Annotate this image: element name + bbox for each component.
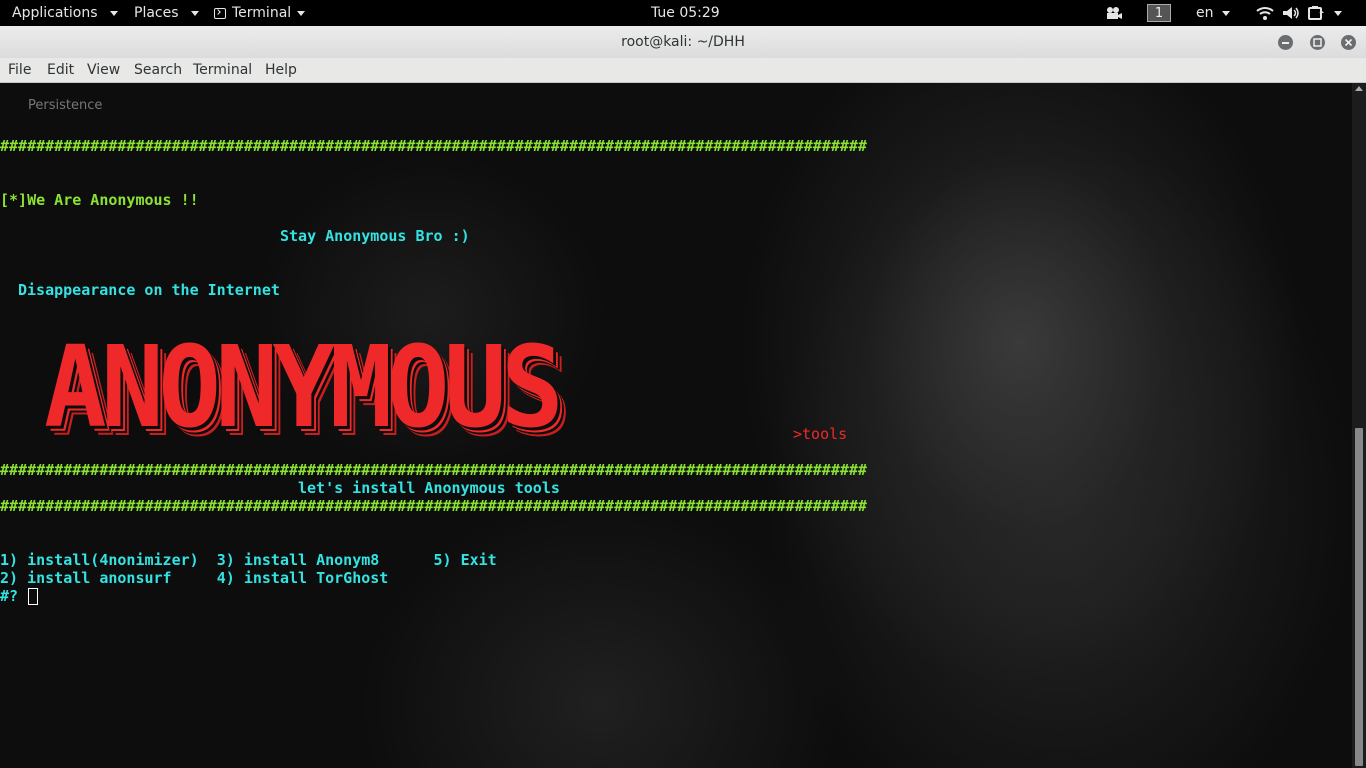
menu-terminal[interactable]: Terminal bbox=[193, 58, 252, 82]
shell-prompt: #? bbox=[0, 587, 19, 605]
clock-label: Tue 05:29 bbox=[651, 5, 720, 21]
minimize-button[interactable] bbox=[1278, 35, 1293, 50]
scrollbar-thumb[interactable] bbox=[1355, 428, 1363, 766]
faded-desktop-label: Persistence bbox=[28, 98, 103, 113]
menu-options-row-2: 2) install anonsurf 4) install TorGhost bbox=[0, 569, 389, 587]
terminal-app-menu[interactable]: Terminal bbox=[214, 0, 306, 26]
close-icon bbox=[1344, 38, 1353, 47]
menu-bar: File Edit View Search Terminal Help bbox=[0, 58, 1366, 83]
places-label: Places bbox=[134, 5, 179, 21]
caret-down-icon bbox=[1334, 10, 1342, 16]
top-panel: Applications Places Terminal Tue 05:29 1… bbox=[0, 0, 1366, 26]
caret-down-icon bbox=[109, 10, 118, 16]
window-title: root@kali: ~/DHH bbox=[621, 34, 745, 50]
menu-help[interactable]: Help bbox=[265, 58, 297, 82]
language-label: en bbox=[1196, 5, 1214, 21]
terminal-output[interactable]: Persistence ############################… bbox=[0, 83, 1352, 768]
stay-anonymous-line: Stay Anonymous Bro :) bbox=[280, 227, 470, 245]
screenshot-indicator[interactable] bbox=[1103, 0, 1123, 26]
applications-label: Applications bbox=[12, 5, 98, 21]
minimize-icon bbox=[1282, 42, 1289, 44]
menu-edit[interactable]: Edit bbox=[47, 58, 74, 82]
caret-down-icon bbox=[190, 10, 199, 16]
caret-down-icon bbox=[1221, 10, 1230, 16]
window-titlebar[interactable]: root@kali: ~/DHH bbox=[0, 26, 1366, 59]
caret-down-icon bbox=[297, 10, 306, 16]
tools-tag: >tools bbox=[793, 425, 848, 443]
disappearance-line: Disappearance on the Internet bbox=[18, 281, 280, 299]
screenshot-icon bbox=[1107, 7, 1122, 19]
applications-menu[interactable]: Applications bbox=[12, 0, 118, 26]
we-are-line: [*]We Are Anonymous !! bbox=[0, 191, 199, 209]
hash-separator: ########################################… bbox=[0, 497, 867, 515]
install-title: let's install Anonymous tools bbox=[298, 479, 560, 497]
wifi-icon bbox=[1256, 7, 1274, 20]
menu-file[interactable]: File bbox=[8, 58, 31, 82]
places-menu[interactable]: Places bbox=[134, 0, 199, 26]
terminal-app-label: Terminal bbox=[232, 5, 292, 21]
close-button[interactable] bbox=[1341, 35, 1356, 50]
maximize-button[interactable] bbox=[1310, 35, 1325, 50]
terminal-icon bbox=[214, 7, 226, 19]
battery-icon bbox=[1308, 6, 1324, 20]
menu-search[interactable]: Search bbox=[134, 58, 182, 82]
banner-text: ANONYMOUS bbox=[44, 323, 564, 453]
terminal-scrollbar[interactable] bbox=[1352, 83, 1366, 768]
language-menu[interactable]: en bbox=[1196, 0, 1230, 26]
hash-separator: ########################################… bbox=[0, 137, 867, 155]
text-cursor[interactable] bbox=[28, 588, 38, 605]
clock[interactable]: Tue 05:29 bbox=[651, 0, 720, 26]
maximize-icon bbox=[1313, 38, 1322, 47]
menu-view[interactable]: View bbox=[87, 58, 120, 82]
workspace-number: 1 bbox=[1147, 4, 1171, 22]
workspace-indicator[interactable]: 1 bbox=[1147, 0, 1171, 26]
anonymous-banner: ANONYMOUS bbox=[44, 323, 794, 453]
hash-separator: ########################################… bbox=[0, 461, 867, 479]
system-menu[interactable] bbox=[1256, 0, 1342, 26]
scroll-up-icon[interactable] bbox=[1355, 86, 1363, 91]
volume-icon bbox=[1283, 7, 1299, 19]
menu-options-row-1: 1) install(4nonimizer) 3) install Anonym… bbox=[0, 551, 497, 569]
